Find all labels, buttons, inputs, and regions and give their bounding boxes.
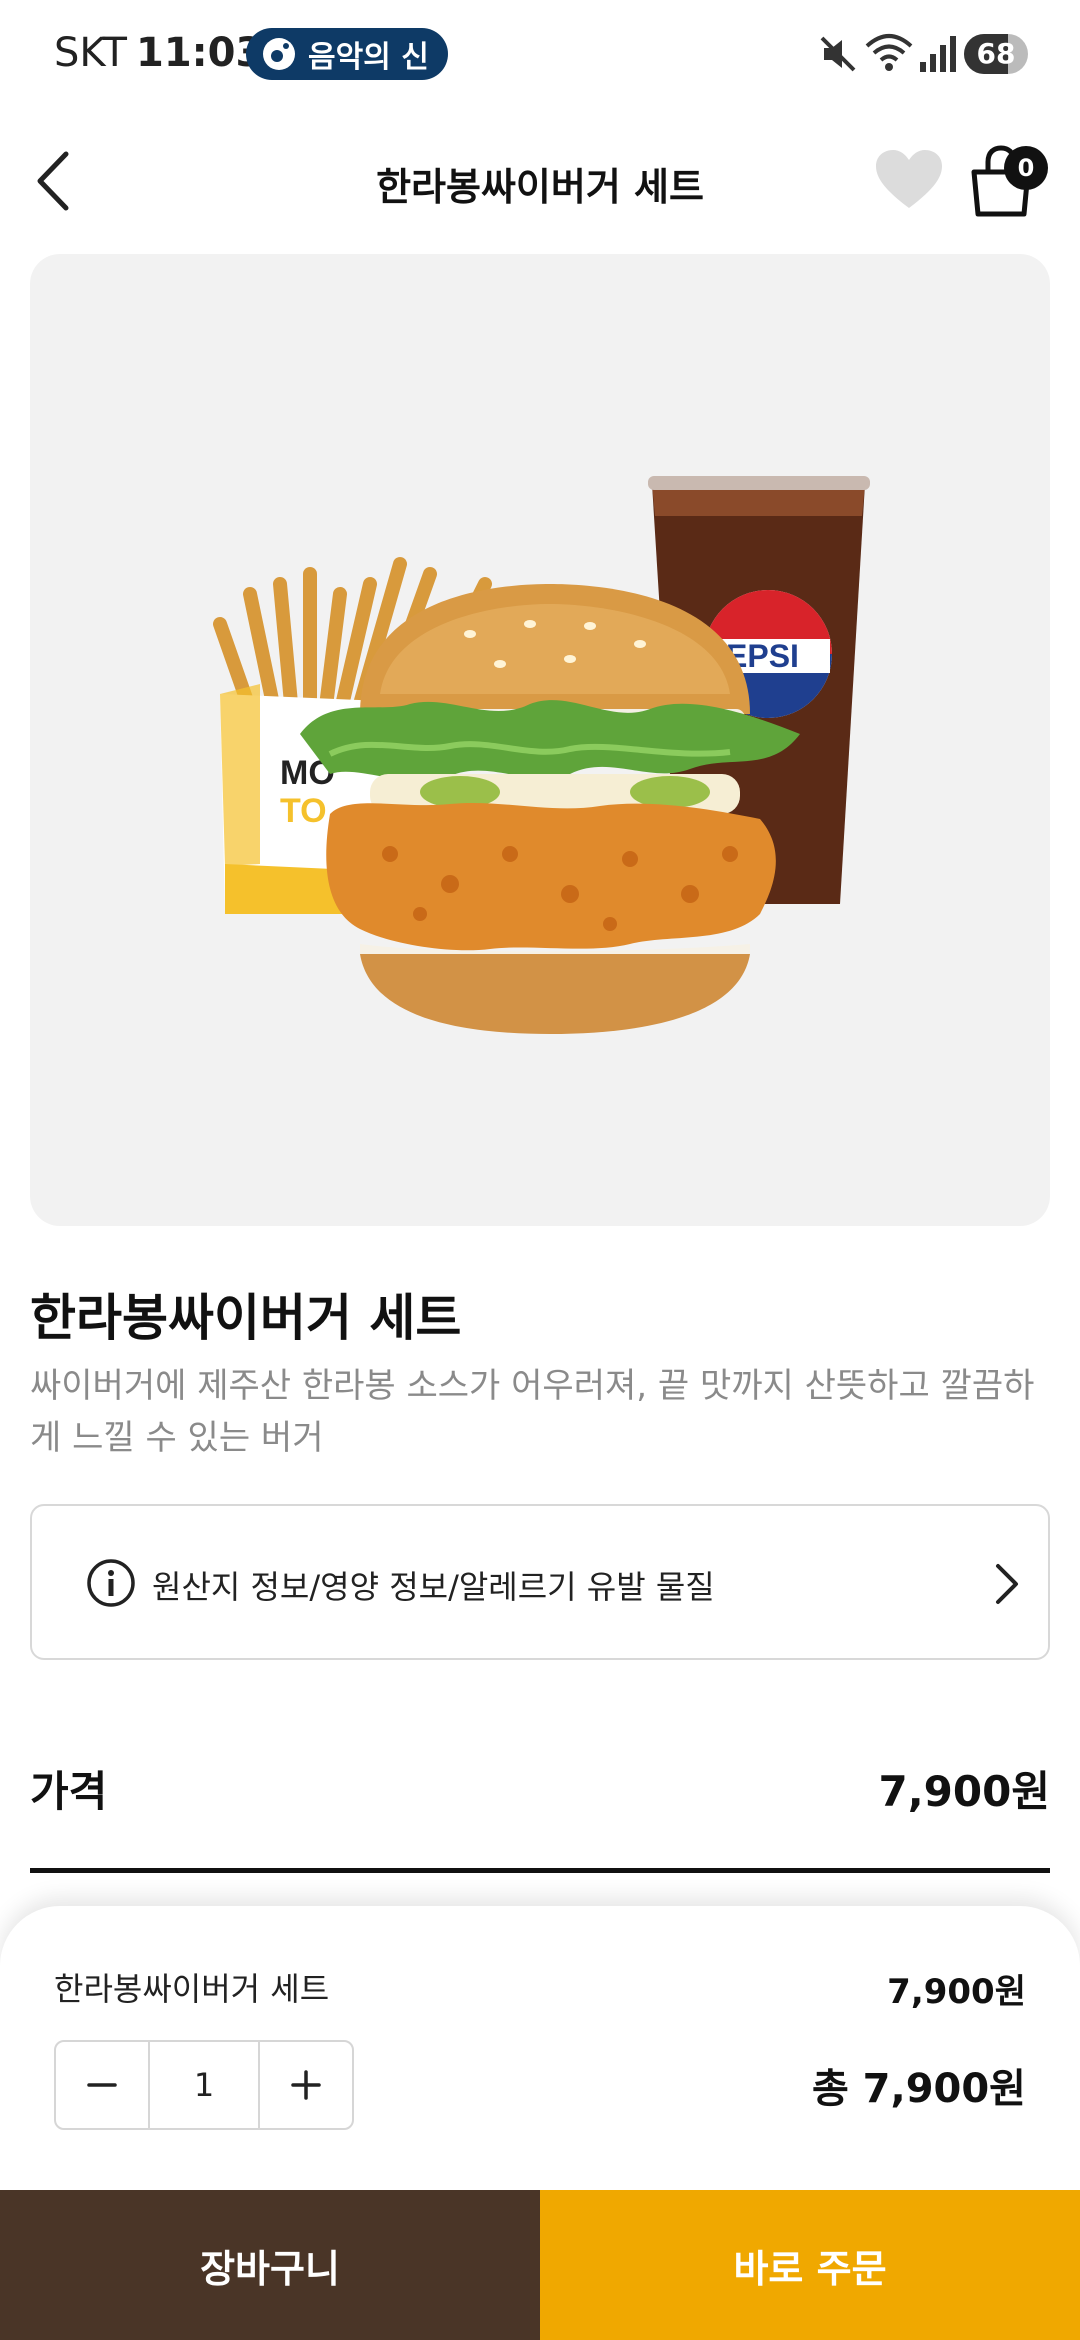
product-description: 싸이버거에 제주산 한라봉 소스가 어우러져, 끝 맛까지 산뜻하고 깔끔하게 … — [30, 1366, 1035, 1458]
order-item-price: 7,900원 — [887, 1972, 1026, 2012]
quantity-value: 1 — [148, 2042, 260, 2128]
battery-level: 68 — [976, 37, 1016, 70]
info-icon — [87, 1559, 135, 1607]
battery-icon: 68 — [964, 34, 1028, 74]
cart-count-badge: 0 — [1004, 146, 1048, 190]
add-to-cart-button[interactable]: 장바구니 — [0, 2190, 540, 2340]
top-app-bar: 한라봉싸이버거 세트 0 — [0, 130, 1080, 230]
price-value: 7,900원 — [878, 1767, 1051, 1816]
bag-text-2: TO — [280, 792, 327, 830]
chevron-right-icon — [996, 1564, 1018, 1604]
price-label: 가격 — [30, 1767, 108, 1816]
info-link-label: 원산지 정보/영양 정보/알레르기 유발 물질 — [152, 1568, 715, 1606]
order-item-name: 한라봉싸이버거 세트 — [54, 1970, 330, 2008]
increase-button[interactable] — [260, 2042, 352, 2128]
carrier-label: SKT — [54, 30, 127, 76]
burger-set-illustration: MO TO EPSI — [213, 476, 870, 1034]
music-app-badge: 음악의 신 — [246, 28, 448, 80]
product-image: MO TO EPSI — [30, 254, 1050, 1226]
order-now-button[interactable]: 바로 주문 — [540, 2190, 1080, 2340]
order-total: 총 7,900원 — [811, 2066, 1026, 2112]
status-bar: SKT 11:03 음악의 신 68 — [0, 0, 1080, 110]
order-sheet: 한라봉싸이버거 세트 7,900원 1 총 7,900원 — [0, 1906, 1080, 2196]
badge-label: 음악의 신 — [308, 40, 429, 75]
quantity-stepper: 1 — [54, 2040, 354, 2130]
music-note-icon — [263, 38, 295, 70]
clock: 11:03 — [136, 30, 264, 76]
divider — [30, 1868, 1050, 1873]
wifi-icon — [865, 34, 913, 71]
product-name: 한라봉싸이버거 세트 — [30, 1289, 462, 1347]
signal-icon — [920, 36, 956, 72]
decrease-button[interactable] — [56, 2042, 148, 2128]
action-bar: 장바구니 바로 주문 — [0, 2190, 1080, 2340]
plus-icon — [291, 2070, 321, 2100]
mute-icon — [820, 36, 856, 72]
allergy-info-link[interactable]: 원산지 정보/영양 정보/알레르기 유발 물질 — [30, 1504, 1050, 1660]
minus-icon — [87, 2083, 117, 2087]
heart-icon[interactable] — [874, 148, 944, 212]
